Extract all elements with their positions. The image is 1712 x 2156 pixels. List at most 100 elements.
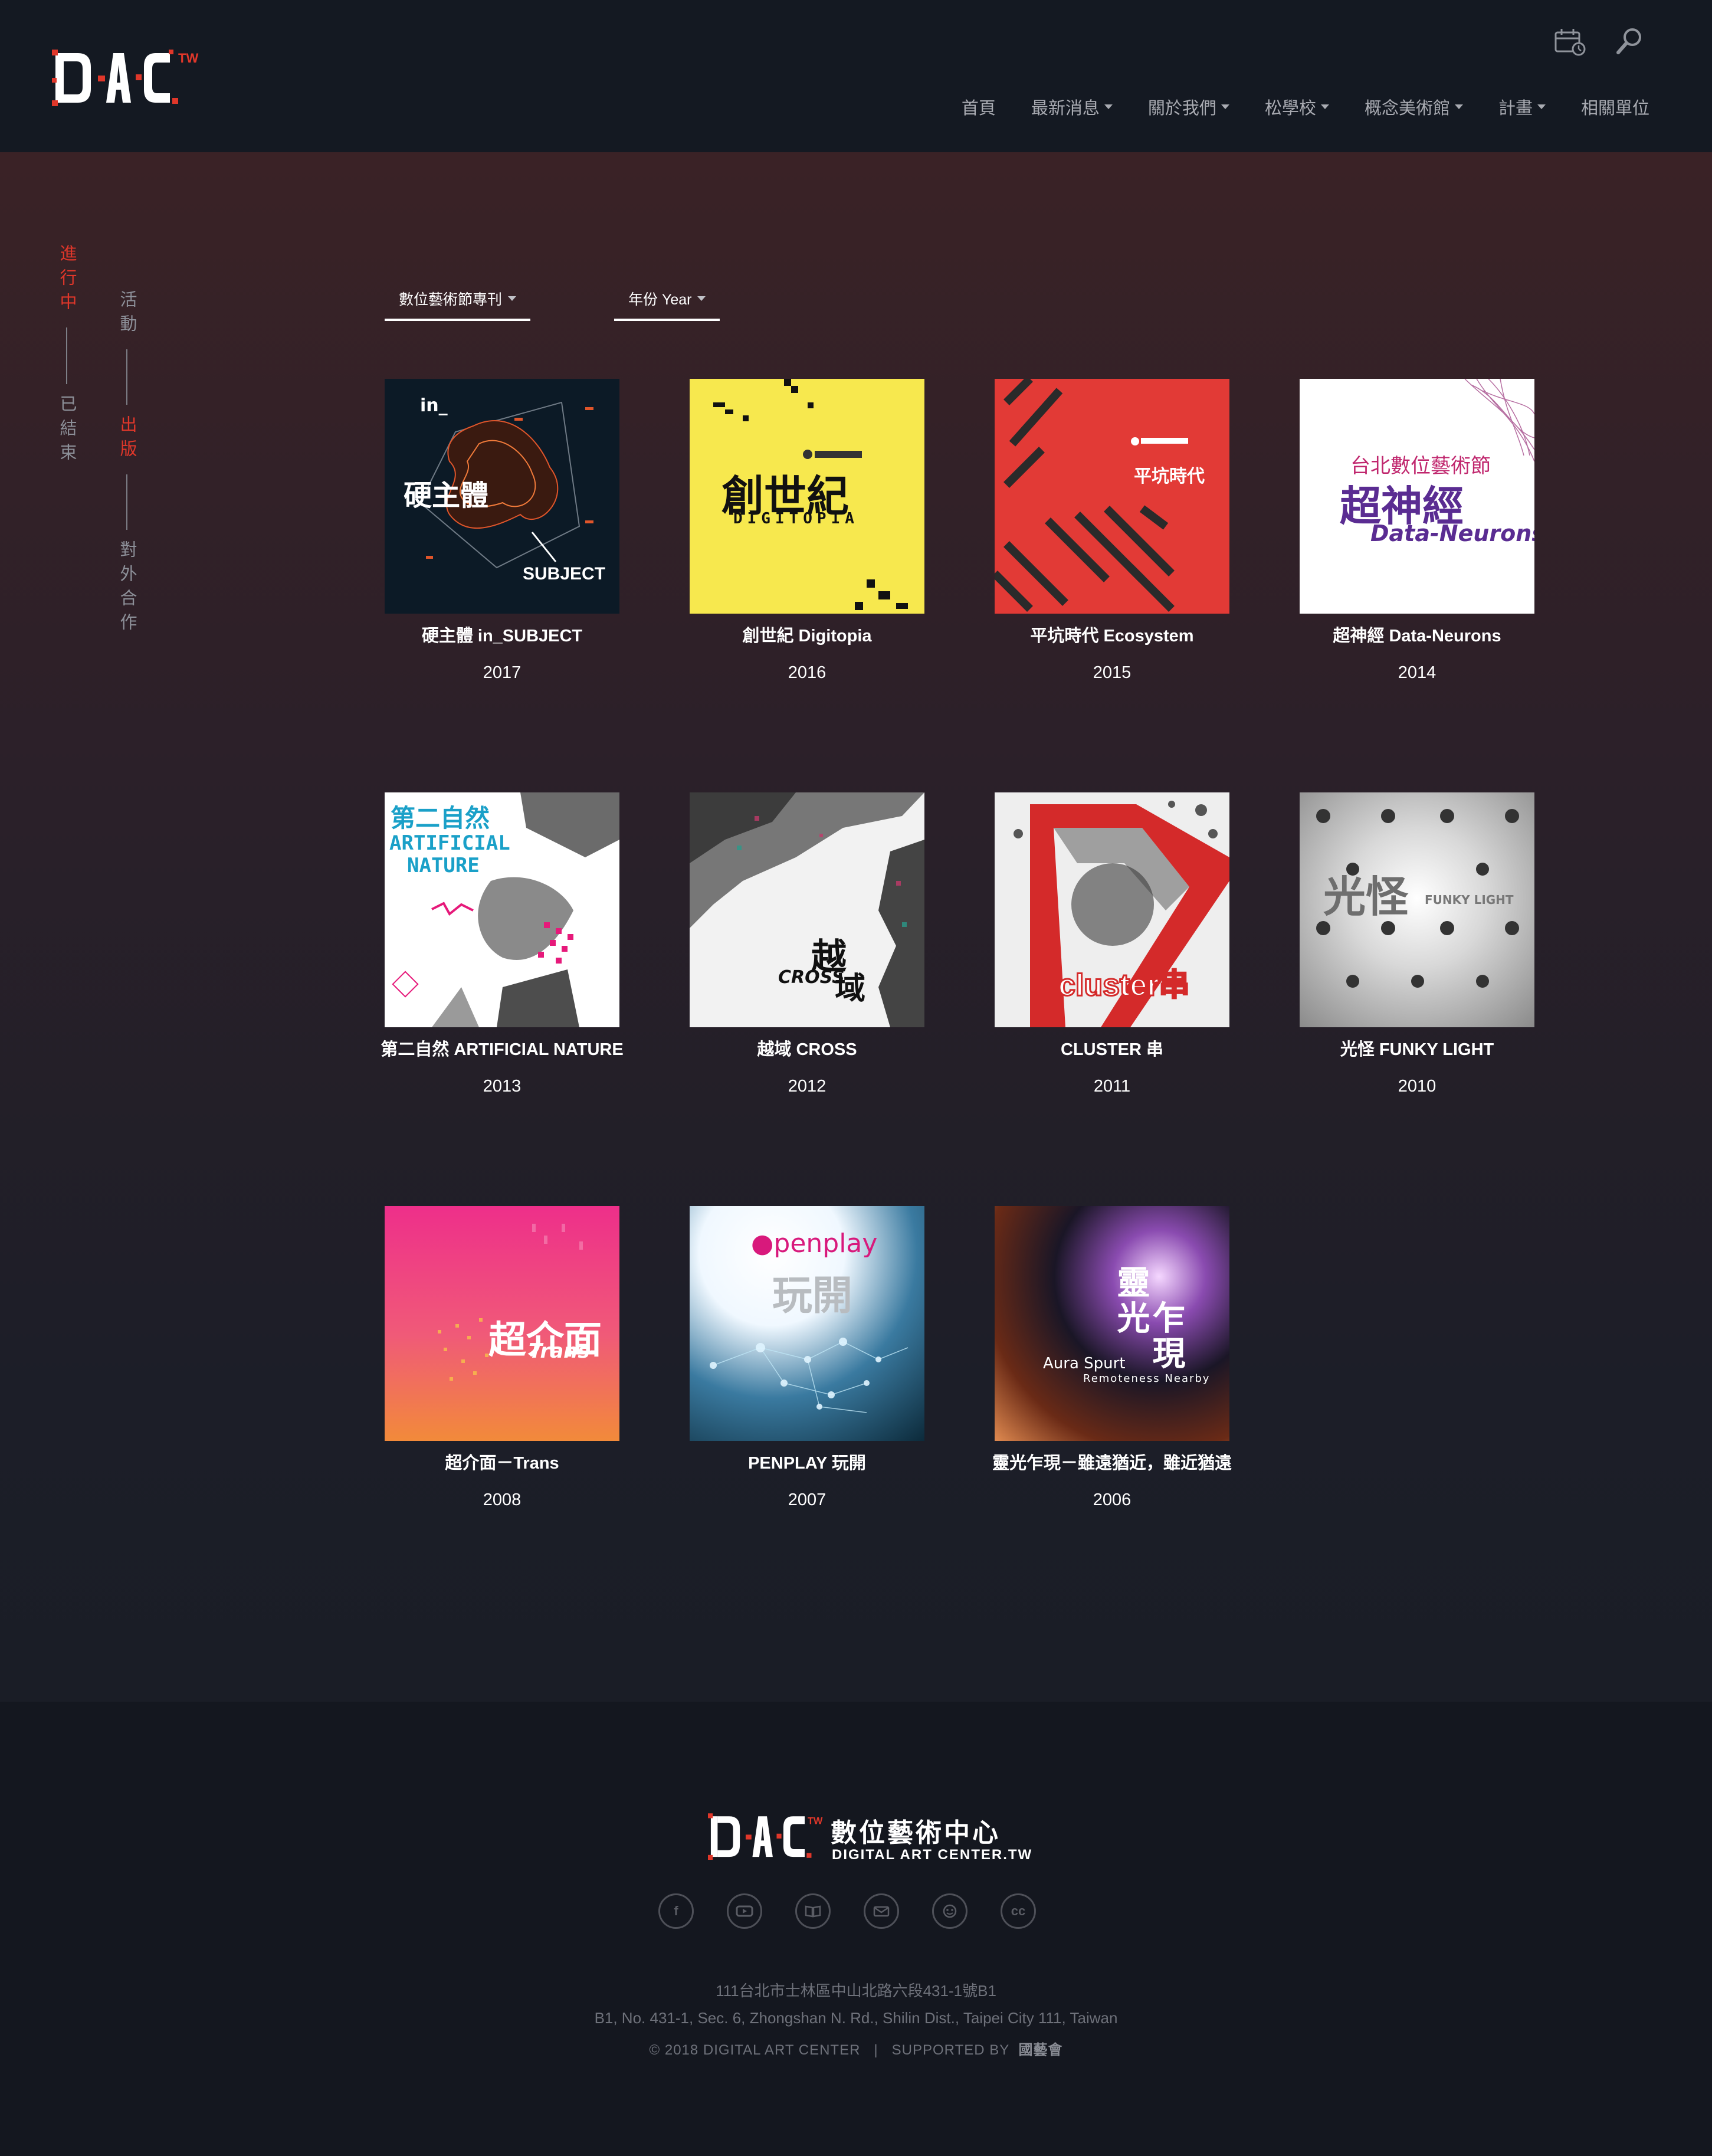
- cover-text: ARTIFICIAL: [389, 831, 510, 855]
- side-item-events[interactable]: 活動: [114, 290, 139, 339]
- youtube-icon[interactable]: [727, 1893, 762, 1929]
- site-header: TW 首頁 最新消息 關於我們 松學校 概念美術館 計畫 相關單位: [0, 0, 1712, 152]
- side-item-publications[interactable]: 出版: [114, 415, 139, 464]
- cover-image: 平坑時代: [995, 379, 1229, 614]
- publication-title[interactable]: 超介面－Trans: [445, 1451, 559, 1475]
- side-nav-status: 進行中 已結束: [54, 244, 79, 467]
- caret-down-icon: [1104, 104, 1113, 109]
- nav-item-museum[interactable]: 概念美術館: [1365, 94, 1463, 119]
- divider: [126, 474, 127, 530]
- side-nav-type: 活動 出版 對外合作: [114, 290, 139, 637]
- filter-label: 年份 Year: [628, 291, 692, 308]
- publication-title[interactable]: 第二自然 ARTIFICIAL NATURE: [381, 1038, 623, 1061]
- nav-item-news[interactable]: 最新消息: [1031, 94, 1113, 119]
- nav-item-related[interactable]: 相關單位: [1581, 94, 1649, 119]
- cover-text: DIGITOPIA: [733, 510, 859, 527]
- filter-label: 數位藝術節專刊: [399, 291, 503, 308]
- footer-logo-en: DIGITAL ART CENTER.TW: [832, 1847, 1033, 1863]
- publication-title[interactable]: 光怪 FUNKY LIGHT: [1340, 1038, 1494, 1061]
- site-footer: TW 數位藝術中心 DIGITAL ART CENTER.TW f cc 111…: [0, 1702, 1712, 2156]
- cover-image: 越 CROSS 域: [690, 792, 924, 1027]
- cover-image: 靈光 乍現 Aura Spurt Remoteness Nearby: [995, 1206, 1229, 1441]
- face-icon[interactable]: [932, 1893, 967, 1929]
- publication-card[interactable]: 第二自然 ARTIFICIAL NATURE 第二自然 ARTIFICIAL N…: [381, 792, 624, 1206]
- nav-item-home[interactable]: 首頁: [962, 94, 996, 119]
- nav-label: 最新消息: [1031, 99, 1100, 118]
- caret-down-icon: [1537, 104, 1546, 109]
- cover-text: cluster串: [1058, 968, 1191, 1004]
- mail-icon[interactable]: [864, 1893, 899, 1929]
- supporter-logo[interactable]: 國藝會: [1019, 2042, 1063, 2058]
- nav-label: 計畫: [1498, 99, 1533, 118]
- publication-title[interactable]: 平坑時代 Ecosystem: [1030, 624, 1193, 648]
- publication-year: 2006: [1093, 1490, 1132, 1509]
- publication-card[interactable]: in_ 硬主體 SUBJECT 硬主體 in_SUBJECT 2017: [385, 379, 619, 792]
- search-icon[interactable]: [1612, 24, 1647, 59]
- publication-title[interactable]: 靈光乍現－雖遠猶近，雖近猶遠: [992, 1451, 1232, 1475]
- publication-card[interactable]: 創世紀 DIGITOPIA 創世紀 Digitopia 2016: [690, 379, 924, 792]
- publication-year: 2011: [1093, 1077, 1131, 1096]
- category-filter-dropdown[interactable]: 數位藝術節專刊: [385, 288, 531, 321]
- logo-sup: TW: [178, 51, 198, 65]
- publication-card[interactable]: cluster串 CLUSTER 串 2011: [995, 792, 1229, 1206]
- main-nav: 首頁 最新消息 關於我們 松學校 概念美術館 計畫 相關單位: [962, 94, 1649, 119]
- calendar-clock-icon[interactable]: [1553, 24, 1588, 59]
- side-item-ongoing[interactable]: 進行中: [54, 244, 79, 317]
- publication-year: 2014: [1398, 663, 1436, 682]
- cover-text: 第二自然: [391, 804, 490, 833]
- publication-year: 2013: [483, 1077, 522, 1096]
- publication-card[interactable]: 台北數位藝術節 超神經 Data-Neurons 超神經 Data-Neuron…: [1300, 379, 1534, 792]
- nav-item-school[interactable]: 松學校: [1265, 94, 1329, 119]
- publication-title[interactable]: 超神經 Data-Neurons: [1333, 624, 1501, 648]
- publication-title[interactable]: CLUSTER 串: [1061, 1038, 1163, 1061]
- side-item-ended[interactable]: 已結束: [54, 395, 79, 467]
- cover-text: SUBJECT: [523, 564, 606, 584]
- nav-item-about[interactable]: 關於我們: [1148, 94, 1229, 119]
- cover-text: Data-Neurons: [1370, 520, 1534, 546]
- caret-down-icon: [1320, 104, 1329, 109]
- cover-text: 平坑時代: [1134, 466, 1205, 487]
- cover-image: 台北數位藝術節 超神經 Data-Neurons: [1300, 379, 1534, 614]
- publication-year: 2017: [483, 663, 522, 682]
- publication-card[interactable]: ●penplay 玩開 PENPLAY 玩開 2007: [690, 1206, 924, 1620]
- social-links: f cc: [658, 1893, 1036, 1929]
- cover-text: NATURE: [407, 854, 480, 877]
- cc-icon[interactable]: cc: [1001, 1893, 1036, 1929]
- publication-year: 2012: [788, 1077, 827, 1096]
- publication-title[interactable]: 越域 CROSS: [757, 1038, 857, 1061]
- publication-card[interactable]: 光怪 FUNKY LIGHT 光怪 FUNKY LIGHT 2010: [1300, 792, 1534, 1206]
- main-content: 進行中 已結束 活動 出版 對外合作 數位藝術節專刊 年份 Year in_ 硬…: [0, 152, 1712, 1702]
- publication-card[interactable]: 靈光 乍現 Aura Spurt Remoteness Nearby 靈光乍現－…: [992, 1206, 1232, 1620]
- publication-card[interactable]: 越 CROSS 域 越域 CROSS 2012: [690, 792, 924, 1206]
- publication-card[interactable]: 超介面 Trans- 超介面－Trans 2008: [385, 1206, 619, 1620]
- footer-logo-cn: 數位藝術中心: [831, 1818, 1001, 1848]
- cover-text: Aura Spurt: [1043, 1355, 1126, 1372]
- copyright: © 2018 DIGITAL ART CENTER | SUPPORTED BY…: [0, 2038, 1712, 2059]
- cover-image: cluster串: [995, 792, 1229, 1027]
- publication-card[interactable]: 平坑時代 平坑時代 Ecosystem 2015: [995, 379, 1229, 792]
- cover-text: 域: [835, 971, 866, 1007]
- cover-image: 光怪 FUNKY LIGHT: [1300, 792, 1534, 1027]
- side-nav: 進行中 已結束 活動 出版 對外合作: [0, 152, 177, 683]
- side-item-collaborations[interactable]: 對外合作: [114, 540, 139, 637]
- filter-bar: 數位藝術節專刊 年份 Year: [385, 288, 720, 321]
- caret-down-icon: [1221, 104, 1229, 109]
- cover-text: Trans-: [529, 1339, 598, 1363]
- facebook-icon[interactable]: f: [658, 1893, 694, 1929]
- publication-title[interactable]: 硬主體 in_SUBJECT: [422, 624, 582, 648]
- year-filter-dropdown[interactable]: 年份 Year: [614, 288, 720, 321]
- book-icon[interactable]: [795, 1893, 831, 1929]
- dac-logo[interactable]: TW: [52, 47, 205, 112]
- nav-item-projects[interactable]: 計畫: [1498, 94, 1546, 119]
- nav-label: 關於我們: [1147, 99, 1216, 118]
- nav-label: 松學校: [1264, 99, 1316, 118]
- publication-title[interactable]: PENPLAY 玩開: [748, 1451, 866, 1475]
- cover-image: ●penplay 玩開: [690, 1206, 924, 1441]
- utility-icons: [1553, 24, 1647, 59]
- publication-year: 2010: [1398, 1077, 1436, 1096]
- publication-year: 2007: [788, 1490, 827, 1509]
- address-en: B1, No. 431-1, Sec. 6, Zhongshan N. Rd.,…: [594, 2009, 1118, 2027]
- cover-text: 乍現: [1147, 1300, 1185, 1371]
- publication-title[interactable]: 創世紀 Digitopia: [742, 624, 871, 648]
- publication-year: 2015: [1093, 663, 1132, 682]
